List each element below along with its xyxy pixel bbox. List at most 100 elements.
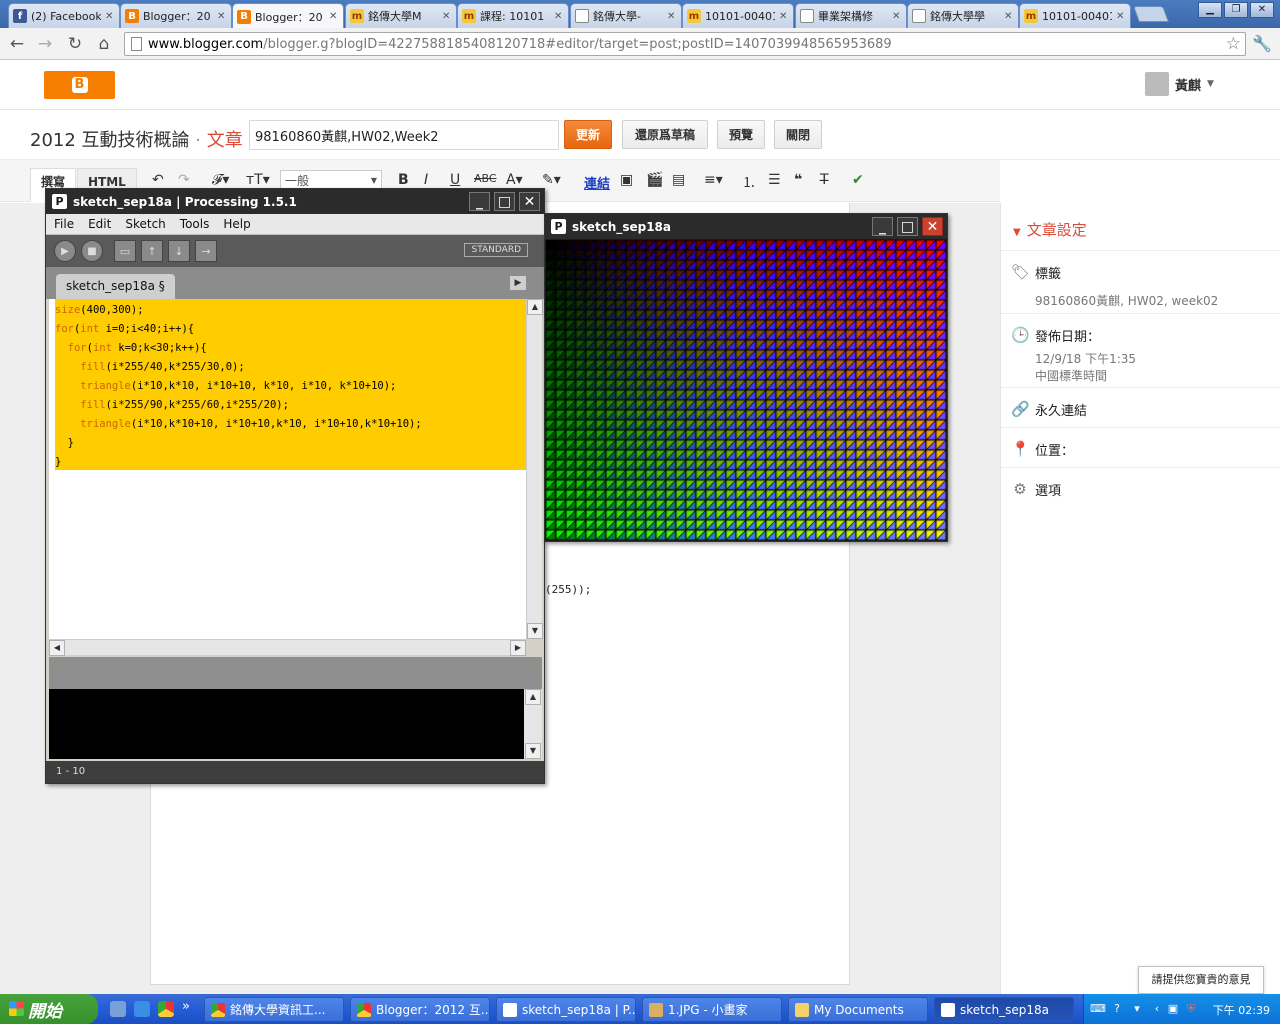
close-icon[interactable]: ✕ [922,217,943,236]
scroll-down-icon[interactable]: ▼ [525,743,541,759]
security-shield-icon[interactable]: ⛨ [1184,1002,1198,1016]
revert-to-draft-button[interactable]: 還原爲草稿 [622,120,708,149]
ime-icon[interactable]: ▾ [1130,1002,1144,1016]
scroll-up-icon[interactable]: ▲ [525,689,541,705]
network-icon[interactable]: ▣ [1166,1002,1180,1016]
address-bar[interactable]: www.blogger.com /blogger.g?blogID=422758… [124,32,1246,56]
redo-icon[interactable]: ↷ [178,172,190,188]
taskbar-item-my-documents[interactable]: My Documents [788,997,928,1022]
minimize-icon[interactable]: ▁ [1198,2,1222,18]
scroll-left-icon[interactable]: ◀ [49,640,65,656]
restore-icon[interactable]: ❐ [1224,2,1248,18]
start-button[interactable]: 開始 [0,994,98,1024]
sidebar-item-publish-date[interactable]: 🕒 發佈日期： 12/9/18 下午1:35 中國標準時間 [1001,313,1280,387]
user-menu[interactable]: 黃麒 ▼ [1145,72,1214,96]
update-button[interactable]: 更新 [564,120,612,149]
sidebar-item-permalink[interactable]: 🔗 永久連結 [1001,387,1280,427]
sidebar-item-options[interactable]: ⚙ 選項 [1001,467,1280,507]
close-icon[interactable]: ✕ [105,11,115,22]
scroll-up-icon[interactable]: ▲ [527,299,543,315]
editor-vertical-scrollbar[interactable]: ▲ ▼ [526,299,543,639]
sketch-title-bar[interactable]: P sketch_sep18a _ □ ✕ [545,214,947,239]
tab-document-3[interactable]: 銘傳大學學 ✕ [907,3,1019,28]
tab-moodle-4[interactable]: m 10101-00401 ✕ [1019,3,1131,28]
taskbar-item-paint[interactable]: 1.JPG - 小畫家 [642,997,782,1022]
scroll-right-icon[interactable]: ▶ [510,640,526,656]
open-sketch-icon[interactable]: ↑ [141,240,163,262]
post-title-input[interactable] [249,120,559,150]
close-icon[interactable]: ✕ [779,11,789,22]
strikethrough-icon[interactable]: ABC [474,172,497,185]
tab-menu-arrow-icon[interactable]: ▶ [510,276,526,290]
video-icon[interactable]: 🎬 [646,172,663,188]
feedback-button[interactable]: 請提供您寶貴的意見 [1138,966,1264,994]
link-button[interactable]: 連結 [584,173,610,192]
tab-blogger-2-active[interactable]: B Blogger：20 ✕ [232,3,344,29]
tab-document-1[interactable]: 銘傳大學- ✕ [570,3,682,28]
internet-explorer-icon[interactable] [134,1001,150,1017]
close-icon[interactable]: ✕ [1116,11,1126,22]
close-icon[interactable]: ✕ [442,11,452,22]
font-size-icon[interactable]: тT▾ [246,172,270,188]
menu-file[interactable]: File [54,217,74,231]
mode-selector[interactable]: STANDARD [464,243,528,257]
jump-break-icon[interactable]: ▤ [672,172,685,188]
show-desktop-icon[interactable] [110,1001,126,1017]
menu-sketch[interactable]: Sketch [125,217,165,231]
taskbar-item-sketch[interactable]: sketch_sep18a [934,997,1074,1022]
home-icon[interactable]: ⌂ [93,33,115,55]
help-icon[interactable]: ? [1110,1002,1124,1016]
wrench-icon[interactable]: 🔧 [1252,34,1272,53]
tab-document-2[interactable]: 畢業架構修 ✕ [795,3,907,28]
spellcheck-icon[interactable]: ✔ [852,172,864,188]
new-tab-button[interactable] [1133,6,1169,22]
tab-sketch[interactable]: sketch_sep18a § [56,274,175,299]
menu-edit[interactable]: Edit [88,217,111,231]
close-icon[interactable]: ✕ [217,11,227,22]
align-icon[interactable]: ≡▾ [704,172,723,188]
back-arrow-icon[interactable]: ← [6,33,28,55]
sketch-output-window[interactable]: P sketch_sep18a _ □ ✕ [544,213,948,542]
minimize-icon[interactable]: _ [872,217,893,236]
forward-arrow-icon[interactable]: → [34,33,56,55]
close-icon[interactable]: ✕ [1004,11,1014,22]
image-icon[interactable]: ▣ [620,172,633,188]
minimize-icon[interactable]: _ [469,192,490,211]
save-sketch-icon[interactable]: ↓ [168,240,190,262]
close-icon[interactable]: ✕ [1250,2,1274,18]
close-icon[interactable]: ✕ [892,11,902,22]
sidebar-item-labels[interactable]: 🏷 標籤 98160860黃麒, HW02, week02 [1001,250,1280,308]
italic-icon[interactable]: I [424,172,428,188]
close-icon[interactable]: ✕ [554,11,564,22]
remove-format-icon[interactable]: T̶ [820,172,829,188]
taskbar-item-chrome-2[interactable]: Blogger：2012 互... [350,997,490,1022]
processing-ide-window[interactable]: P sketch_sep18a | Processing 1.5.1 _ □ ✕… [45,188,545,784]
close-icon[interactable]: ✕ [667,11,677,22]
bold-icon[interactable]: B [398,172,409,188]
close-button[interactable]: 關閉 [774,120,822,149]
sidebar-item-location[interactable]: 📍 位置： [1001,427,1280,467]
tab-blogger-1[interactable]: B Blogger：20 ✕ [120,3,232,28]
taskbar-item-processing[interactable]: sketch_sep18a | P... [496,997,636,1022]
star-icon[interactable]: ☆ [1226,34,1241,54]
preview-button[interactable]: 預覽 [717,120,765,149]
quote-icon[interactable]: ❝ [794,172,802,188]
close-icon[interactable]: ✕ [329,11,339,22]
new-sketch-icon[interactable]: ▭ [114,240,136,262]
font-family-icon[interactable]: 𝓕▾ [212,172,229,188]
console-area[interactable] [49,689,524,759]
underline-icon[interactable]: U [450,172,460,188]
menu-tools[interactable]: Tools [180,217,210,231]
numbered-list-icon[interactable]: ⒈ [742,172,756,192]
processing-title-bar[interactable]: P sketch_sep18a | Processing 1.5.1 _ □ ✕ [46,189,544,214]
highlight-icon[interactable]: ✎▾ [542,172,561,188]
menu-help[interactable]: Help [223,217,250,231]
tab-moodle-2[interactable]: m 課程: 10101 ✕ [457,3,569,28]
code-editor[interactable]: size(400,300); for(int i=0;i<40;i++){ fo… [49,299,526,639]
more-quicklaunch-icon[interactable]: » [182,999,190,1014]
taskbar-item-chrome-1[interactable]: 銘傳大學資訊工... [204,997,344,1022]
tab-moodle-1[interactable]: m 銘傳大學M ✕ [345,3,457,28]
console-scrollbar[interactable]: ▲ ▼ [524,689,542,759]
chrome-icon[interactable] [158,1001,174,1017]
undo-icon[interactable]: ↶ [152,172,164,188]
